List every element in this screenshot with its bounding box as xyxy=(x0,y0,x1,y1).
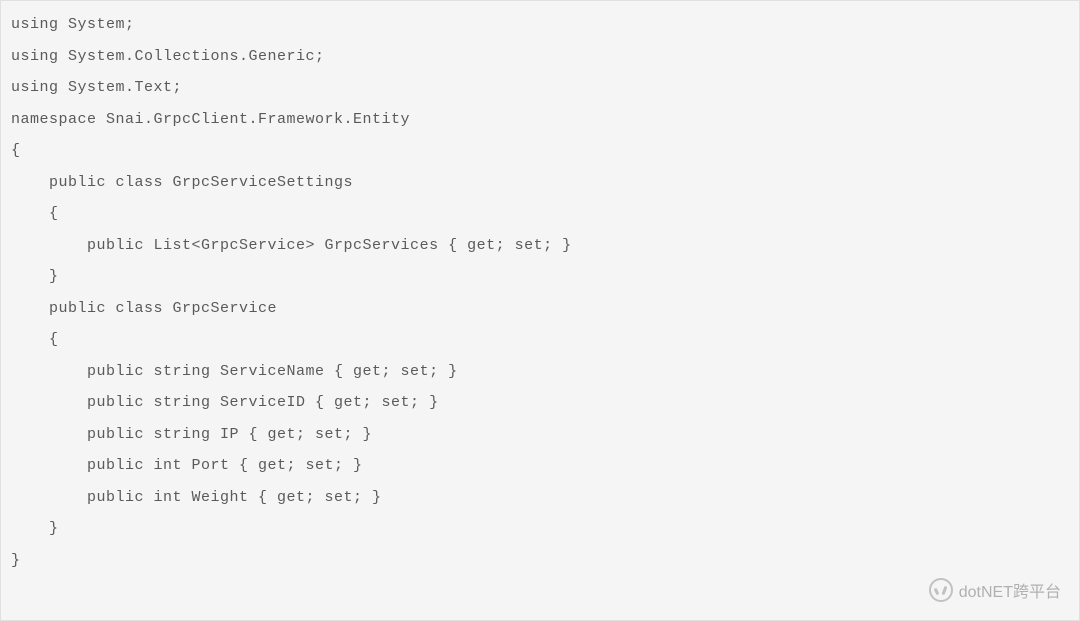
code-line: { xyxy=(11,198,1069,230)
code-line: { xyxy=(11,135,1069,167)
code-line: using System; xyxy=(11,9,1069,41)
code-line: namespace Snai.GrpcClient.Framework.Enti… xyxy=(11,104,1069,136)
wechat-icon xyxy=(929,578,953,602)
code-line: } xyxy=(11,545,1069,577)
code-line: public class GrpcService xyxy=(11,293,1069,325)
code-line: using System.Text; xyxy=(11,72,1069,104)
code-block: using System; using System.Collections.G… xyxy=(11,9,1069,576)
watermark: dotNET跨平台 xyxy=(929,578,1061,602)
watermark-text: dotNET跨平台 xyxy=(959,578,1061,602)
code-line: using System.Collections.Generic; xyxy=(11,41,1069,73)
code-line: public string ServiceName { get; set; } xyxy=(11,356,1069,388)
code-line: { xyxy=(11,324,1069,356)
code-line: public int Port { get; set; } xyxy=(11,450,1069,482)
code-line: } xyxy=(11,513,1069,545)
code-line: public string ServiceID { get; set; } xyxy=(11,387,1069,419)
code-line: public List<GrpcService> GrpcServices { … xyxy=(11,230,1069,262)
code-line: public int Weight { get; set; } xyxy=(11,482,1069,514)
code-line: public string IP { get; set; } xyxy=(11,419,1069,451)
code-line: public class GrpcServiceSettings xyxy=(11,167,1069,199)
code-line: } xyxy=(11,261,1069,293)
